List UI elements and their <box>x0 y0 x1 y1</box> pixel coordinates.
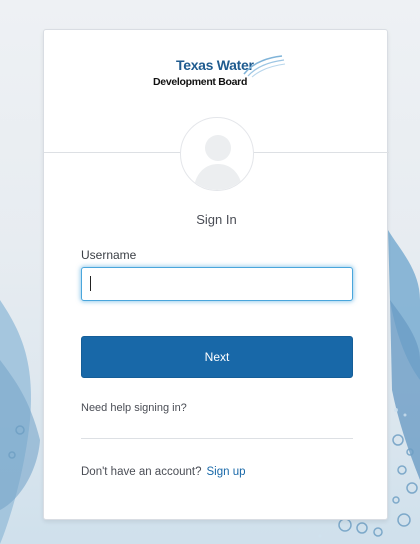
header-divider-right <box>252 152 389 153</box>
username-label: Username <box>81 248 137 262</box>
next-button[interactable]: Next <box>81 336 353 378</box>
user-silhouette-icon <box>193 135 243 190</box>
signup-row: Don't have an account? Sign up <box>81 466 246 478</box>
username-input[interactable] <box>81 267 353 301</box>
signup-link[interactable]: Sign up <box>206 466 245 478</box>
water-wave-icon <box>243 55 286 78</box>
page-title: Sign In <box>196 212 237 227</box>
help-signing-in-link[interactable]: Need help signing in? <box>81 402 187 414</box>
login-card: Texas Water Development Board Sign In Us… <box>43 29 389 520</box>
text-cursor <box>90 276 91 291</box>
header-divider-left <box>44 152 182 153</box>
signup-prompt: Don't have an account? <box>81 466 202 478</box>
logo-subtitle: Development Board <box>153 76 248 88</box>
footer-divider <box>81 438 353 439</box>
avatar <box>180 117 254 191</box>
brand-logo: Texas Water Development Board <box>144 50 294 100</box>
